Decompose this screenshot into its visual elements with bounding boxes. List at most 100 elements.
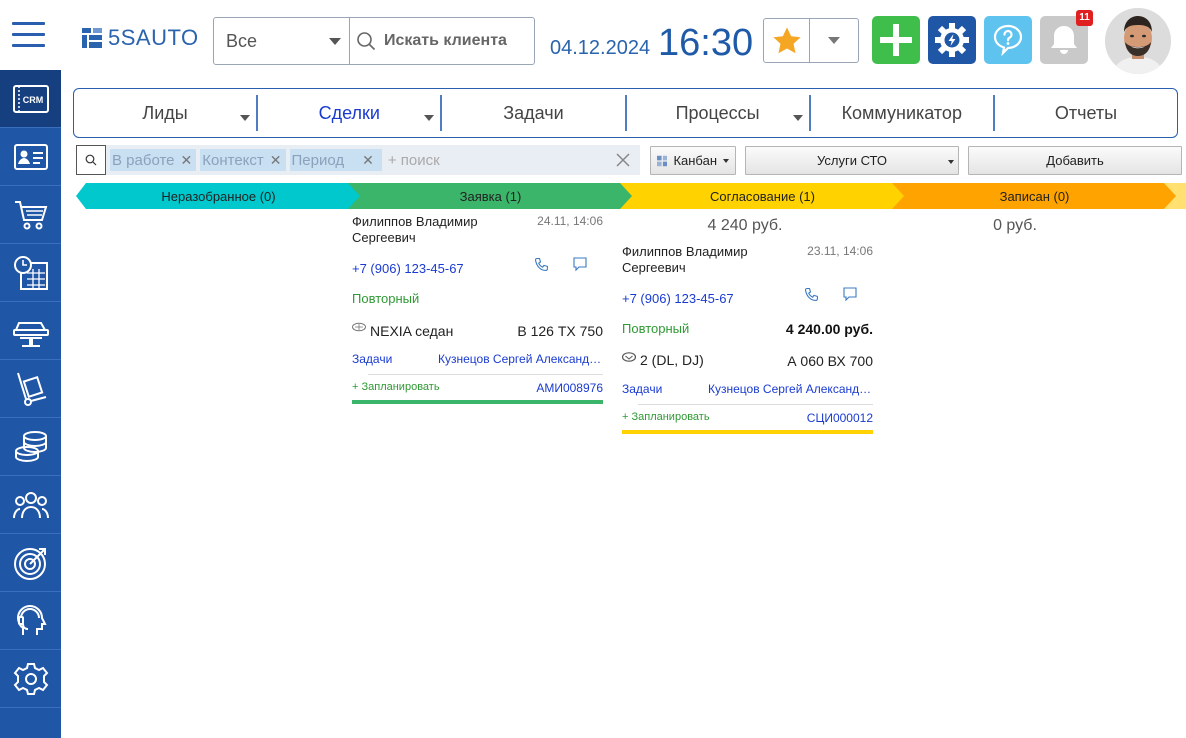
sidebar-item-staff[interactable] <box>0 476 61 534</box>
search-scope-select[interactable]: Все <box>214 18 350 64</box>
client-name[interactable]: Филиппов Владимир Сергеевич <box>352 214 512 246</box>
client-search-input[interactable] <box>384 32 534 50</box>
filter-bar: В работе ✕ Контекст ✕ Период ✕ <box>76 145 640 175</box>
tab-tasks[interactable]: Задачи <box>440 95 624 131</box>
filter-chip-period[interactable]: Период ✕ <box>289 149 382 171</box>
car-model: NEXIA седан <box>370 323 454 339</box>
filter-search-button[interactable] <box>76 145 106 175</box>
calendar-clock-icon <box>13 255 48 290</box>
chevron-down-icon <box>723 158 729 163</box>
deal-date: 23.11, 14:06 <box>807 244 873 258</box>
client-phone[interactable]: +7 (906) 123-45-67 <box>622 291 734 306</box>
tasks-link[interactable]: Задачи <box>622 382 662 396</box>
filter-chip-context[interactable]: Контекст ✕ <box>200 149 286 171</box>
target-icon <box>13 547 46 580</box>
sidebar-item-service[interactable] <box>0 302 61 360</box>
add-deal-button[interactable]: Добавить <box>968 146 1182 175</box>
tab-processes[interactable]: Процессы <box>624 95 809 131</box>
schedule-link[interactable]: + Запланировать <box>352 381 440 393</box>
chat-icon[interactable] <box>842 286 858 302</box>
schedule-link[interactable]: + Запланировать <box>622 411 710 423</box>
stage-request[interactable]: Заявка (1) <box>348 183 633 209</box>
chat-icon[interactable] <box>572 256 588 272</box>
search-icon <box>357 32 376 51</box>
favorites-star-button[interactable] <box>764 19 810 62</box>
chevron-down-icon[interactable] <box>792 115 803 121</box>
client-status: Повторный <box>352 291 420 306</box>
deal-card[interactable]: Филиппов Владимир Сергеевич 24.11, 14:06… <box>352 214 603 408</box>
deal-date: 24.11, 14:06 <box>537 214 603 228</box>
tab-deals[interactable]: Сделки <box>256 95 440 131</box>
phone-icon[interactable] <box>804 287 820 303</box>
stage-label: Согласование (1) <box>710 188 815 204</box>
head-support-icon <box>16 604 47 635</box>
help-button[interactable] <box>984 16 1032 64</box>
chevron-down-icon <box>329 37 341 45</box>
clear-filter-icon[interactable] <box>614 151 632 169</box>
sidebar-item-support[interactable] <box>0 592 61 650</box>
tab-label: Процессы <box>675 102 760 123</box>
sidebar-item-warehouse[interactable] <box>0 360 61 418</box>
star-icon <box>772 26 801 53</box>
car-brand-icon <box>622 352 636 362</box>
chevron-down-icon <box>948 160 954 164</box>
stage-unsorted[interactable]: Неразобранное (0) <box>76 183 361 209</box>
user-avatar[interactable] <box>1105 8 1171 74</box>
sidebar-item-marketing[interactable] <box>0 534 61 592</box>
tab-label: Лиды <box>142 102 188 123</box>
close-icon[interactable]: ✕ <box>181 152 193 169</box>
tab-label: Задачи <box>503 102 564 123</box>
close-icon[interactable]: ✕ <box>362 152 374 169</box>
filter-chip-label: Период <box>291 151 345 169</box>
filter-search-input[interactable] <box>387 151 608 169</box>
tab-communicator[interactable]: Коммуникатор <box>808 95 993 131</box>
tab-leads[interactable]: Лиды <box>74 95 256 131</box>
deal-card[interactable]: Филиппов Владимир Сергеевич 23.11, 14:06… <box>622 244 873 438</box>
sidebar-item-finance[interactable] <box>0 418 61 476</box>
stage-approval[interactable]: Согласование (1) <box>620 183 905 209</box>
chevron-down-icon[interactable] <box>424 115 435 121</box>
car-plate: А 060 ВХ 700 <box>787 353 873 369</box>
deal-code[interactable]: АМИ008976 <box>536 381 603 395</box>
crm-icon-label: CRM <box>22 95 43 105</box>
chevron-down-icon[interactable] <box>240 115 251 121</box>
stage-booked[interactable]: Записан (0) <box>892 183 1177 209</box>
filter-chip-label: Контекст <box>202 151 264 169</box>
favorites-dropdown[interactable] <box>763 18 859 63</box>
add-button[interactable] <box>872 16 920 64</box>
card-divider <box>368 374 603 375</box>
view-mode-select[interactable]: Канбан <box>650 146 736 175</box>
phone-icon[interactable] <box>534 257 550 273</box>
deal-code[interactable]: СЦИ000012 <box>807 411 873 425</box>
filter-chip-label: В работе <box>112 151 175 169</box>
client-phone[interactable]: +7 (906) 123-45-67 <box>352 261 464 276</box>
plus-icon <box>880 24 912 56</box>
quick-settings-button[interactable] <box>928 16 976 64</box>
sidebar-item-shop[interactable] <box>0 186 61 244</box>
logo-text: 5SAUTO <box>108 25 199 50</box>
sidebar-item-contacts[interactable] <box>0 128 61 186</box>
service-type-select[interactable]: Услуги СТО <box>745 146 959 175</box>
stage-color-bar <box>352 400 603 404</box>
car-lift-icon <box>12 321 49 347</box>
tasks-link[interactable]: Задачи <box>352 352 392 366</box>
sidebar-item-crm[interactable]: CRM <box>0 70 61 128</box>
deal-amount: 4 240.00 руб. <box>785 321 873 337</box>
view-mode-label: Канбан <box>673 153 717 168</box>
add-deal-label: Добавить <box>1046 153 1104 168</box>
client-name[interactable]: Филиппов Владимир Сергеевич <box>622 244 782 276</box>
filter-chip-in-progress[interactable]: В работе ✕ <box>110 149 197 171</box>
sidebar-item-settings[interactable] <box>0 650 61 708</box>
favorites-menu-toggle[interactable] <box>810 19 858 62</box>
close-icon[interactable]: ✕ <box>270 152 282 169</box>
menu-hamburger-icon[interactable] <box>12 22 45 48</box>
chevron-down-icon <box>828 37 840 44</box>
manager-link[interactable]: Кузнецов Сергей Александрович <box>708 382 873 396</box>
client-search-field[interactable] <box>350 18 534 64</box>
stage-label: Неразобранное (0) <box>161 188 276 204</box>
main-nav: Лиды Сделки Задачи Процессы Коммуникатор… <box>73 88 1178 138</box>
manager-link[interactable]: Кузнецов Сергей Александрович <box>438 352 603 366</box>
search-scope-value: Все <box>226 30 258 51</box>
tab-reports[interactable]: Отчеты <box>992 95 1177 131</box>
sidebar-item-schedule[interactable] <box>0 244 61 302</box>
